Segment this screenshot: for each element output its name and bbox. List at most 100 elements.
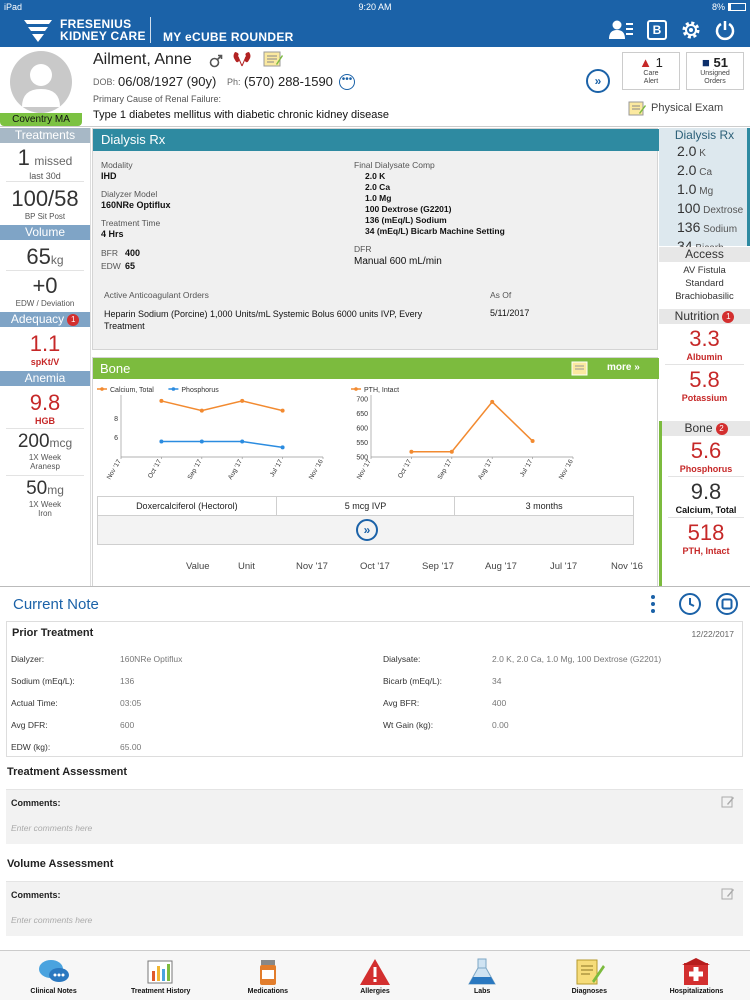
- treatments-header[interactable]: Treatments: [0, 128, 90, 143]
- edw-value: 65: [125, 261, 136, 271]
- treatment-assessment-title: Treatment Assessment: [7, 766, 128, 778]
- field-label: Actual Time:: [11, 698, 58, 708]
- medication-dose: 5 mcg IVP: [277, 497, 456, 515]
- iron-dose: 50mg 1X Week Iron: [26, 478, 64, 518]
- field-label: Sodium (mEq/L):: [11, 676, 75, 686]
- nav-clinical-notes[interactable]: Clinical Notes: [0, 951, 107, 1000]
- series-line: [411, 400, 534, 453]
- y-tick-label: 700: [356, 397, 368, 404]
- dialysate-summary-item: 2.0 Ca: [677, 162, 713, 178]
- care-alert-box[interactable]: ▲ 1 Care Alert: [622, 52, 680, 90]
- nav-hospitalizations[interactable]: Hospitalizations: [643, 951, 750, 1000]
- current-note-panel: Current Note Prior Treatment 12/22/2017 …: [0, 586, 750, 950]
- data-point[interactable]: [490, 399, 495, 404]
- data-point[interactable]: [159, 398, 164, 403]
- clipboard-note-icon[interactable]: [262, 50, 284, 68]
- field-label: Avg BFR:: [383, 698, 420, 708]
- dialysate-item: 34 (mEq/L) Bicarb Machine Setting: [365, 226, 505, 236]
- dialysis-rx-summary-header[interactable]: Dialysis Rx: [659, 128, 750, 143]
- unsigned-orders-box[interactable]: ■ 51 Unsigned Orders: [686, 52, 744, 90]
- treatment-comments-field[interactable]: Comments: Enter comments here: [6, 789, 743, 844]
- data-point[interactable]: [280, 408, 285, 413]
- nav-diagnoses[interactable]: Diagnoses: [536, 951, 643, 1000]
- volume-header[interactable]: Volume: [0, 225, 90, 240]
- field-value: 160NRe Optiflux: [120, 654, 183, 664]
- clock-icon[interactable]: [677, 591, 703, 617]
- avatar[interactable]: [10, 51, 72, 113]
- pth-chart: PTH, Intact500550600650700Nov '17 Oct '17…: [351, 387, 575, 481]
- col-oct17: Oct '17: [360, 561, 390, 572]
- hospital-icon: [682, 958, 711, 985]
- more-link[interactable]: more »: [607, 362, 640, 373]
- anemia-header[interactable]: Anemia: [0, 371, 90, 386]
- dialysate-item: 136 (mEq/L) Sodium: [365, 215, 447, 225]
- y-tick-label: 600: [356, 426, 368, 433]
- medication-row[interactable]: Doxercalciferol (Hectorol) 5 mcg IVP 3 m…: [97, 496, 634, 516]
- access-details: AV Fistula Standard Brachiobasilic: [675, 265, 734, 302]
- b-badge-icon[interactable]: B: [644, 18, 670, 42]
- legend-label: PTH, Intact: [364, 387, 399, 394]
- bottom-navigation: Clinical Notes Treatment History Medicat…: [0, 950, 750, 1000]
- x-tick-label: Sep '17: [437, 458, 454, 481]
- data-point[interactable]: [409, 449, 414, 454]
- adequacy-header[interactable]: Adequacy 1: [0, 312, 90, 327]
- y-tick-label: 8: [114, 416, 118, 423]
- nav-allergies[interactable]: Allergies: [321, 951, 428, 1000]
- pcrf-value: Type 1 diabetes mellitus with diabetic c…: [93, 109, 389, 121]
- more-options-button[interactable]: •••: [339, 74, 355, 90]
- power-icon[interactable]: [712, 18, 738, 42]
- right-summary-column: Dialysis Rx 2.0 K 2.0 Ca 1.0 Mg 100 Dextros…: [659, 128, 750, 586]
- access-header[interactable]: Access: [659, 247, 750, 262]
- patient-details-button[interactable]: »: [586, 69, 610, 93]
- field-value: 34: [492, 676, 502, 686]
- vertical-dots-icon[interactable]: [640, 591, 666, 617]
- bone-panel: Bone more » Calcium, Total Phosphorus 6 8 No…: [92, 357, 659, 587]
- data-point[interactable]: [240, 398, 245, 403]
- data-point[interactable]: [530, 439, 535, 444]
- app-title: MY eCUBE ROUNDER: [163, 30, 294, 44]
- pth-value: 518 PTH, Intact: [682, 520, 730, 556]
- col-nov16: Nov '16: [611, 561, 643, 572]
- field-value: 65.00: [120, 742, 142, 752]
- x-tick-label: Nov '16: [558, 458, 575, 481]
- anticoagulant-order: Heparin Sodium (Porcine) 1,000 Units/mL …: [104, 309, 423, 331]
- dialyzer-value: 160NRe Optiflux: [101, 200, 171, 210]
- field-value: 2.0 K, 2.0 Ca, 1.0 Mg, 100 Dextrose (G22…: [492, 654, 662, 664]
- edit-icon[interactable]: [721, 888, 735, 900]
- col-nov17: Nov '17: [296, 561, 328, 572]
- nav-medications[interactable]: Medications: [214, 951, 321, 1000]
- edit-icon[interactable]: [721, 796, 735, 808]
- pill-bottle-icon: [259, 960, 276, 985]
- potassium-value: 5.8 Potassium: [681, 367, 728, 403]
- nutrition-header[interactable]: Nutrition 1: [659, 309, 750, 324]
- nav-treatment-history[interactable]: Treatment History: [107, 951, 214, 1000]
- data-point[interactable]: [449, 449, 454, 454]
- data-point[interactable]: [280, 445, 285, 450]
- patient-list-icon[interactable]: [608, 18, 634, 42]
- albumin-value: 3.3 Albumin: [686, 326, 723, 362]
- volume-comments-field[interactable]: Comments: Enter comments here: [6, 881, 743, 936]
- data-point[interactable]: [159, 439, 164, 444]
- field-value: 0.00: [492, 720, 509, 730]
- nav-labs[interactable]: Labs: [429, 951, 536, 1000]
- prior-treatment-title: Prior Treatment: [12, 627, 94, 639]
- stop-icon[interactable]: [714, 591, 740, 617]
- x-tick-label: Nov '16: [308, 458, 325, 481]
- dialysis-rx-header: Dialysis Rx: [93, 129, 659, 151]
- male-icon: [209, 54, 223, 68]
- dialysate-summary-item: 100 Dextrose: [677, 200, 744, 216]
- battery-status: 8%: [712, 2, 746, 12]
- status-bar: iPad 9:20 AM 8%: [0, 0, 750, 14]
- expand-button[interactable]: »: [356, 519, 378, 541]
- data-point[interactable]: [199, 408, 204, 413]
- aranesp-dose: 200mcg 1X Week Aranesp: [17, 431, 73, 471]
- bone-summary-header[interactable]: Bone 2: [662, 421, 750, 436]
- gear-icon[interactable]: [678, 18, 704, 42]
- data-point[interactable]: [199, 439, 204, 444]
- clipboard-note-icon[interactable]: [571, 361, 591, 376]
- physical-exam-link[interactable]: Physical Exam: [651, 102, 723, 114]
- dfr-value: Manual 600 mL/min: [354, 256, 442, 267]
- facility-badge: Coventry MA: [0, 113, 82, 126]
- data-point[interactable]: [240, 439, 245, 444]
- bp-sit-post: 100/58 BP Sit Post: [11, 186, 79, 221]
